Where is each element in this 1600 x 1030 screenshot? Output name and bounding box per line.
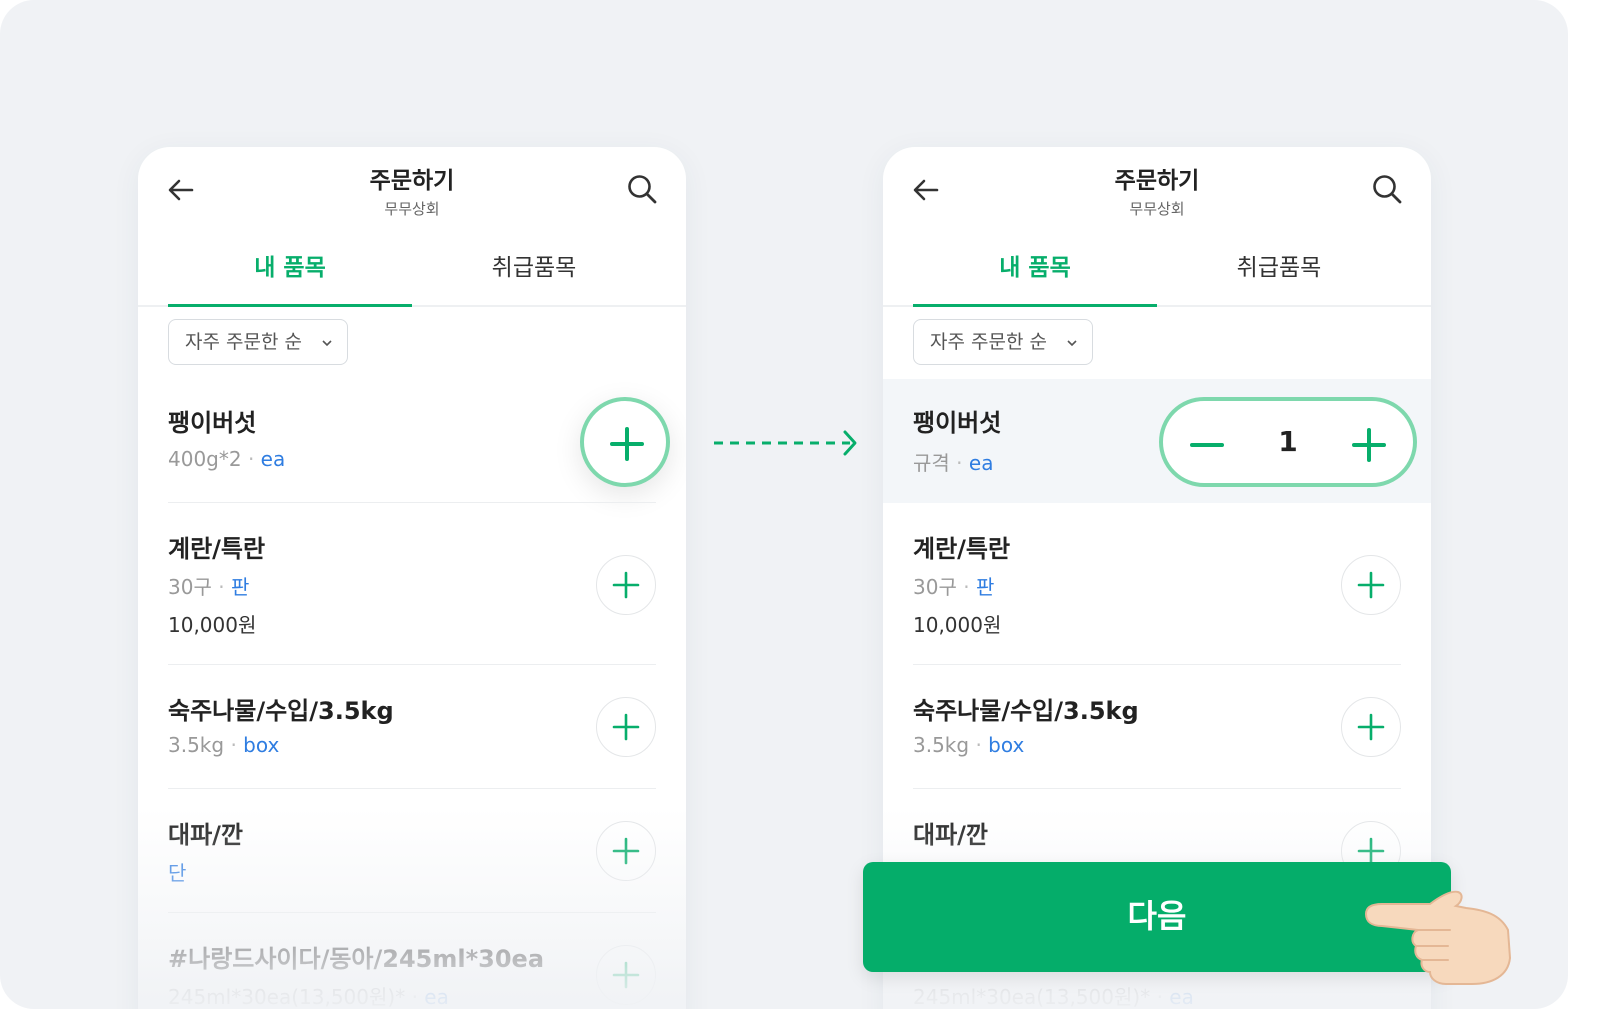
- item-price: 10,000원: [913, 613, 1002, 637]
- list-item[interactable]: 숙주나물/수입/3.5kg 3.5kg · box: [883, 665, 1431, 789]
- plus-icon: [612, 837, 640, 865]
- list-item-selected[interactable]: 팽이버섯 규격 · ea 1: [883, 379, 1431, 503]
- tab-my-items[interactable]: 내 품목: [913, 235, 1157, 307]
- plus-icon: [612, 713, 640, 741]
- tab-my-items[interactable]: 내 품목: [168, 235, 412, 307]
- list-item[interactable]: 대파/깐 단: [138, 789, 686, 913]
- plus-icon[interactable]: [1351, 427, 1387, 463]
- tab-bar: 내 품목 취급품목: [138, 235, 686, 307]
- item-spec: 400g*2 · ea: [168, 447, 286, 471]
- canvas: 주문하기 무무상회 내 품목 취급품목 자주 주문한 순 팽이버섯 400g*2…: [0, 0, 1568, 1009]
- plus-icon: [612, 961, 640, 989]
- item-name: 대파/깐: [168, 821, 244, 849]
- item-name: #나랑드사이다/동아/245ml*30ea: [168, 945, 545, 973]
- page-title: 주문하기: [369, 168, 455, 194]
- phone-before: 주문하기 무무상회 내 품목 취급품목 자주 주문한 순 팽이버섯 400g*2…: [138, 147, 686, 1009]
- item-name: 팽이버섯: [913, 409, 1002, 437]
- add-button[interactable]: [596, 821, 656, 881]
- add-button[interactable]: [596, 697, 656, 757]
- add-button[interactable]: [1341, 555, 1401, 615]
- page-title: 주문하기: [1114, 168, 1200, 194]
- chevron-down-icon: [322, 340, 332, 347]
- search-icon[interactable]: [1371, 173, 1403, 205]
- item-spec: 규격 · ea: [913, 451, 994, 475]
- sort-dropdown[interactable]: 자주 주문한 순: [913, 319, 1093, 365]
- sort-label: 자주 주문한 순: [930, 331, 1047, 353]
- list-item[interactable]: 팽이버섯 400g*2 · ea: [138, 379, 686, 503]
- item-name: 숙주나물/수입/3.5kg: [168, 697, 394, 725]
- item-spec: 245ml*30ea(13,500원)* · ea: [168, 985, 449, 1009]
- pointing-hand-icon: [1364, 890, 1512, 985]
- tab-bar: 내 품목 취급품목: [883, 235, 1431, 307]
- add-button[interactable]: [596, 945, 656, 1005]
- item-spec: 단: [168, 861, 187, 885]
- item-name: 팽이버섯: [168, 409, 257, 437]
- plus-icon: [1357, 713, 1385, 741]
- add-button[interactable]: [596, 555, 656, 615]
- page-subtitle: 무무상회: [1129, 200, 1185, 218]
- header: 주문하기 무무상회: [883, 147, 1431, 235]
- list-item[interactable]: 계란/특란 30구 · 판 10,000원: [883, 503, 1431, 665]
- header: 주문하기 무무상회: [138, 147, 686, 235]
- tab-handled-items[interactable]: 취급품목: [412, 235, 656, 305]
- item-spec: 245ml*30ea(13,500원)* · ea: [913, 985, 1194, 1009]
- add-button[interactable]: [1341, 697, 1401, 757]
- plus-icon: [612, 571, 640, 599]
- page-subtitle: 무무상회: [384, 200, 440, 218]
- chevron-down-icon: [1067, 340, 1077, 347]
- plus-icon: [1357, 571, 1385, 599]
- item-name: 대파/깐: [913, 821, 989, 849]
- item-price: 10,000원: [168, 613, 257, 637]
- item-name: 계란/특란: [168, 535, 266, 563]
- item-spec: 3.5kg · box: [913, 733, 1025, 757]
- search-icon[interactable]: [626, 173, 658, 205]
- item-name: 숙주나물/수입/3.5kg: [913, 697, 1139, 725]
- item-spec: 3.5kg · box: [168, 733, 280, 757]
- plus-icon: [610, 427, 644, 461]
- list-item[interactable]: 계란/특란 30구 · 판 10,000원: [138, 503, 686, 665]
- item-spec: 30구 · 판: [168, 575, 250, 599]
- item-spec: 30구 · 판: [913, 575, 995, 599]
- quantity-stepper[interactable]: 1: [1159, 397, 1417, 487]
- item-name: 계란/특란: [913, 535, 1011, 563]
- sort-dropdown[interactable]: 자주 주문한 순: [168, 319, 348, 365]
- tab-handled-items[interactable]: 취급품목: [1157, 235, 1401, 305]
- transition-arrow-icon: [714, 430, 857, 456]
- list-item[interactable]: #나랑드사이다/동아/245ml*30ea 245ml*30ea(13,500원…: [138, 913, 686, 1009]
- add-button[interactable]: [580, 397, 670, 487]
- list-item[interactable]: 숙주나물/수입/3.5kg 3.5kg · box: [138, 665, 686, 789]
- sort-label: 자주 주문한 순: [185, 331, 302, 353]
